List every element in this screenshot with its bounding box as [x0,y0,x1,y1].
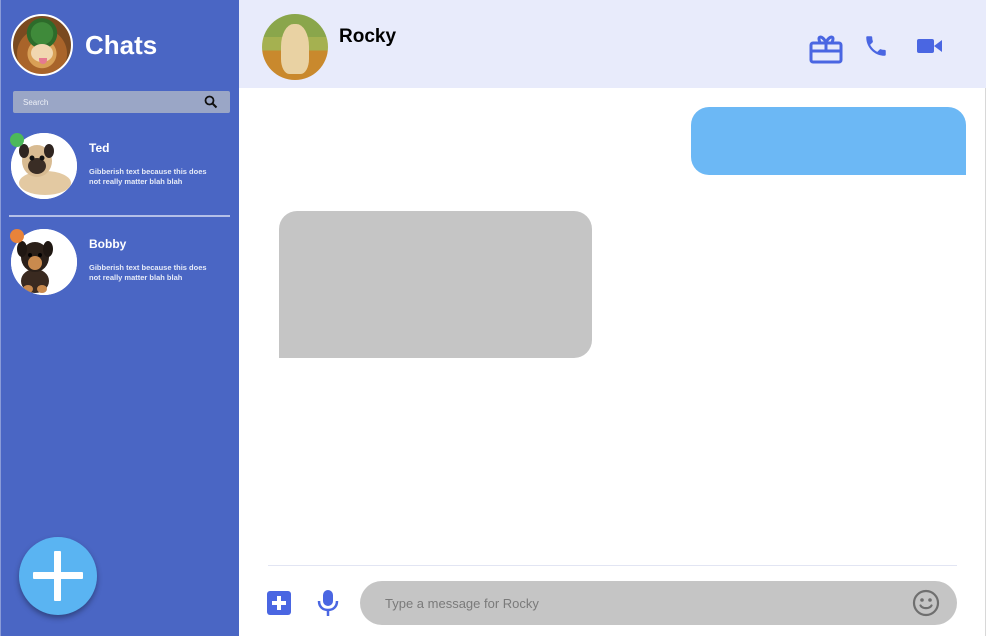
video-camera-icon[interactable] [917,36,943,56]
sidebar-title: Chats [85,30,158,60]
plus-icon-stroke [54,551,61,601]
phone-icon[interactable] [863,33,889,59]
list-divider [9,215,230,217]
outgoing-message-bubble[interactable] [691,107,966,175]
chat-sidebar: Chats Ted Gibberish text because this do… [0,0,239,636]
new-chat-button[interactable] [19,537,97,615]
message-input[interactable] [360,581,957,625]
away-status-badge [10,229,24,243]
contact-name: Bobby [89,237,127,251]
message-preview: Gibberish text because this does not rea… [89,263,207,282]
conversation-title: Rocky [339,26,397,47]
incoming-message-bubble[interactable] [279,211,592,358]
composer-divider [268,565,957,566]
add-icon-stroke [277,596,281,610]
search-input[interactable] [13,91,230,113]
gift-icon[interactable] [809,32,843,64]
add-attachment-button[interactable] [267,591,291,615]
contact-name: Ted [89,141,110,155]
emoji-icon[interactable] [912,589,940,617]
user-avatar[interactable] [11,14,73,76]
contact-avatar[interactable] [262,14,328,80]
conversation-header: Rocky [239,0,986,88]
avatar-dog-tongue [39,58,47,64]
chat-list-item[interactable]: Ted Gibberish text because this does not… [9,133,230,213]
avatar-dog-body [281,24,309,74]
chat-list-item[interactable]: Bobby Gibberish text because this does n… [9,229,230,309]
microphone-icon[interactable] [316,589,340,617]
message-preview: Gibberish text because this does not rea… [89,167,207,186]
online-status-badge [10,133,24,147]
search-icon[interactable] [204,95,218,109]
